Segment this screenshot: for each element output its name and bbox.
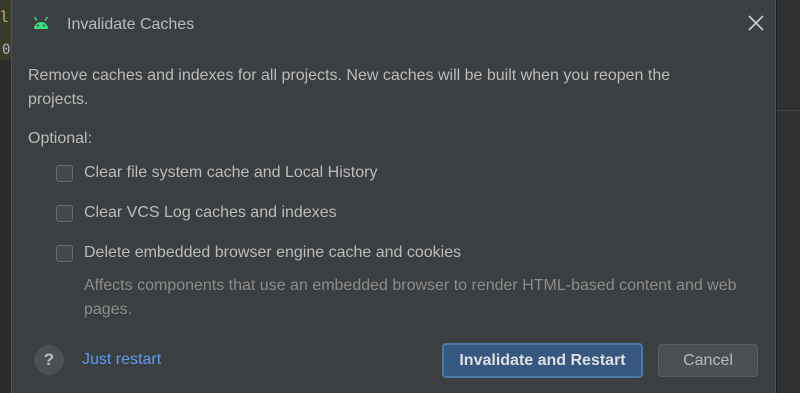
ide-side-panel (776, 0, 800, 393)
invalidate-caches-dialog: Invalidate Caches Remove caches and inde… (11, 0, 776, 393)
android-icon (33, 16, 49, 30)
checkbox[interactable] (56, 205, 73, 222)
dialog-message: Remove caches and indexes for all projec… (28, 67, 671, 108)
dialog-title: Invalidate Caches (67, 16, 195, 33)
cancel-button[interactable]: Cancel (658, 344, 758, 377)
editor-glyph: 0 (2, 42, 11, 58)
option-label: Delete embedded browser engine cache and… (84, 244, 462, 261)
optional-label: Optional: (28, 130, 93, 147)
option-label: Clear VCS Log caches and indexes (84, 204, 337, 221)
invalidate-and-restart-button[interactable]: Invalidate and Restart (442, 343, 643, 378)
close-icon[interactable] (745, 12, 767, 34)
checkbox[interactable] (56, 165, 73, 182)
divider (777, 110, 800, 111)
editor-glyph: l (0, 8, 10, 26)
dialog-title-bar: Invalidate Caches (12, 0, 775, 50)
checkbox[interactable] (56, 245, 73, 262)
option-label: Clear file system cache and Local Histor… (84, 164, 378, 181)
help-button[interactable]: ? (34, 345, 64, 375)
option-note: Affects components that use an embedded … (84, 277, 737, 318)
just-restart-link[interactable]: Just restart (82, 351, 161, 369)
